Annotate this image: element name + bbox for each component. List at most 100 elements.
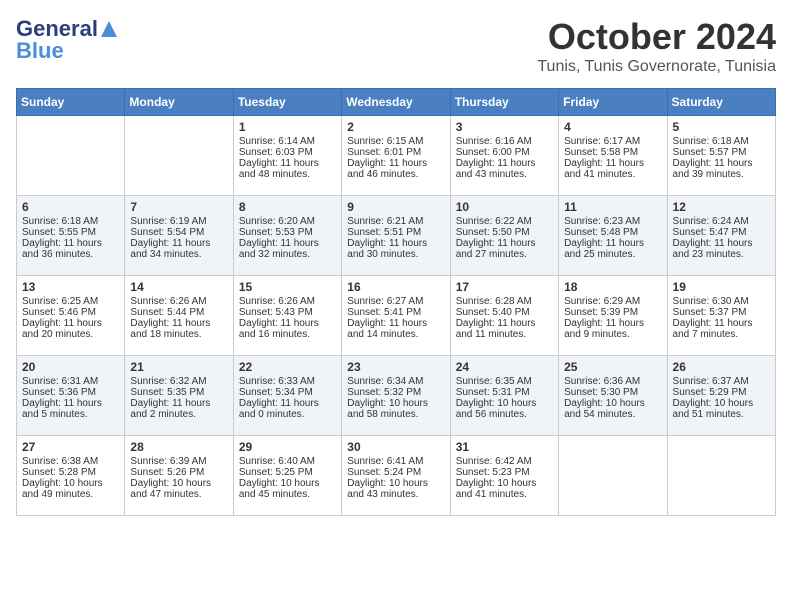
sunset-text: Sunset: 5:36 PM (22, 387, 119, 398)
day-number: 11 (564, 200, 661, 214)
calendar-cell: 26Sunrise: 6:37 AMSunset: 5:29 PMDayligh… (667, 356, 775, 436)
day-number: 19 (673, 280, 770, 294)
day-number: 3 (456, 120, 553, 134)
sunrise-text: Sunrise: 6:18 AM (22, 216, 119, 227)
sunrise-text: Sunrise: 6:15 AM (347, 136, 444, 147)
sunrise-text: Sunrise: 6:41 AM (347, 456, 444, 467)
sunset-text: Sunset: 5:31 PM (456, 387, 553, 398)
sunset-text: Sunset: 5:50 PM (456, 227, 553, 238)
sunset-text: Sunset: 5:39 PM (564, 307, 661, 318)
location-title: Tunis, Tunis Governorate, Tunisia (537, 58, 776, 76)
logo-blue: Blue (16, 38, 64, 64)
sunset-text: Sunset: 5:54 PM (130, 227, 227, 238)
calendar-cell (559, 436, 667, 516)
sunrise-text: Sunrise: 6:34 AM (347, 376, 444, 387)
daylight-text: Daylight: 10 hours and 43 minutes. (347, 478, 444, 500)
sunset-text: Sunset: 5:48 PM (564, 227, 661, 238)
calendar-cell: 6Sunrise: 6:18 AMSunset: 5:55 PMDaylight… (17, 196, 125, 276)
sunrise-text: Sunrise: 6:26 AM (130, 296, 227, 307)
sunrise-text: Sunrise: 6:39 AM (130, 456, 227, 467)
calendar-table: SundayMondayTuesdayWednesdayThursdayFrid… (16, 88, 776, 516)
sunset-text: Sunset: 5:34 PM (239, 387, 336, 398)
sunrise-text: Sunrise: 6:21 AM (347, 216, 444, 227)
calendar-cell: 10 Sunrise: 6:22 AMSunset: 5:50 PMDayligh… (450, 196, 558, 276)
logo: General Blue (16, 16, 119, 64)
calendar-cell: 13 Sunrise: 6:25 AMSunset: 5:46 PMDayligh… (17, 276, 125, 356)
calendar-cell: 11Sunrise: 6:23 AMSunset: 5:48 PMDayligh… (559, 196, 667, 276)
day-number: 13 (22, 280, 119, 294)
sunrise-text: Sunrise: 6:17 AM (564, 136, 661, 147)
calendar-cell: 14Sunrise: 6:26 AMSunset: 5:44 PMDayligh… (125, 276, 233, 356)
daylight-text: Daylight: 11 hours and 7 minutes. (673, 318, 770, 340)
daylight-text: Daylight: 10 hours and 58 minutes. (347, 398, 444, 420)
daylight-text: Daylight: 11 hours and 41 minutes. (564, 158, 661, 180)
calendar-cell: 24Sunrise: 6:35 AMSunset: 5:31 PMDayligh… (450, 356, 558, 436)
calendar-cell: 23Sunrise: 6:34 AMSunset: 5:32 PMDayligh… (342, 356, 450, 436)
calendar-cell: 2Sunrise: 6:15 AMSunset: 6:01 PMDaylight… (342, 116, 450, 196)
day-number: 15 (239, 280, 336, 294)
sunrise-text: Sunrise: 6:37 AM (673, 376, 770, 387)
daylight-text: Daylight: 10 hours and 47 minutes. (130, 478, 227, 500)
day-number: 10 (456, 200, 553, 214)
header-day-tuesday: Tuesday (233, 89, 341, 116)
day-number: 28 (130, 440, 227, 454)
day-number: 18 (564, 280, 661, 294)
header-day-sunday: Sunday (17, 89, 125, 116)
daylight-text: Daylight: 11 hours and 27 minutes. (456, 238, 553, 260)
calendar-cell: 1 Sunrise: 6:14 AMSunset: 6:03 PMDaylight… (233, 116, 341, 196)
calendar-cell: 29Sunrise: 6:40 AMSunset: 5:25 PMDayligh… (233, 436, 341, 516)
sunset-text: Sunset: 5:32 PM (347, 387, 444, 398)
sunset-text: Sunset: 5:23 PM (456, 467, 553, 478)
sunrise-text: Sunrise: 6:30 AM (673, 296, 770, 307)
daylight-text: Daylight: 11 hours and 9 minutes. (564, 318, 661, 340)
calendar-cell: 15Sunrise: 6:26 AMSunset: 5:43 PMDayligh… (233, 276, 341, 356)
header-day-thursday: Thursday (450, 89, 558, 116)
sunset-text: Sunset: 6:00 PM (456, 147, 553, 158)
day-number: 4 (564, 120, 661, 134)
daylight-text: Daylight: 10 hours and 49 minutes. (22, 478, 119, 500)
sunset-text: Sunset: 5:28 PM (22, 467, 119, 478)
sunrise-text: Sunrise: 6:35 AM (456, 376, 553, 387)
sunset-text: Sunset: 5:26 PM (130, 467, 227, 478)
sunrise-text: Sunrise: 6:24 AM (673, 216, 770, 227)
sunrise-text: Sunrise: 6:14 AM (239, 136, 336, 147)
month-title: October 2024 (537, 16, 776, 58)
header-row: SundayMondayTuesdayWednesdayThursdayFrid… (17, 89, 776, 116)
calendar-cell (667, 436, 775, 516)
calendar-cell: 27Sunrise: 6:38 AMSunset: 5:28 PMDayligh… (17, 436, 125, 516)
week-row-2: 6Sunrise: 6:18 AMSunset: 5:55 PMDaylight… (17, 196, 776, 276)
week-row-5: 27Sunrise: 6:38 AMSunset: 5:28 PMDayligh… (17, 436, 776, 516)
day-number: 1 (239, 120, 336, 134)
calendar-cell: 12Sunrise: 6:24 AMSunset: 5:47 PMDayligh… (667, 196, 775, 276)
daylight-text: Daylight: 11 hours and 18 minutes. (130, 318, 227, 340)
calendar-cell: 30Sunrise: 6:41 AMSunset: 5:24 PMDayligh… (342, 436, 450, 516)
week-row-1: 1Sunrise: 6:14 AMSunset: 6:03 PMDaylight… (17, 116, 776, 196)
week-row-3: 13Sunrise: 6:25 AMSunset: 5:46 PMDayligh… (17, 276, 776, 356)
calendar-cell: 19Sunrise: 6:30 AMSunset: 5:37 PMDayligh… (667, 276, 775, 356)
week-row-4: 20Sunrise: 6:31 AMSunset: 5:36 PMDayligh… (17, 356, 776, 436)
day-number: 24 (456, 360, 553, 374)
calendar-cell: 4Sunrise: 6:17 AMSunset: 5:58 PMDaylight… (559, 116, 667, 196)
daylight-text: Daylight: 11 hours and 39 minutes. (673, 158, 770, 180)
sunrise-text: Sunrise: 6:32 AM (130, 376, 227, 387)
daylight-text: Daylight: 11 hours and 43 minutes. (456, 158, 553, 180)
sunrise-text: Sunrise: 6:25 AM (22, 296, 119, 307)
calendar-cell: 5Sunrise: 6:18 AMSunset: 5:57 PMDaylight… (667, 116, 775, 196)
daylight-text: Daylight: 11 hours and 20 minutes. (22, 318, 119, 340)
sunrise-text: Sunrise: 6:16 AM (456, 136, 553, 147)
sunset-text: Sunset: 5:30 PM (564, 387, 661, 398)
daylight-text: Daylight: 11 hours and 36 minutes. (22, 238, 119, 260)
sunrise-text: Sunrise: 6:33 AM (239, 376, 336, 387)
daylight-text: Daylight: 11 hours and 25 minutes. (564, 238, 661, 260)
day-number: 31 (456, 440, 553, 454)
day-number: 22 (239, 360, 336, 374)
daylight-text: Daylight: 10 hours and 41 minutes. (456, 478, 553, 500)
sunset-text: Sunset: 5:57 PM (673, 147, 770, 158)
sunrise-text: Sunrise: 6:22 AM (456, 216, 553, 227)
sunset-text: Sunset: 6:03 PM (239, 147, 336, 158)
day-number: 6 (22, 200, 119, 214)
daylight-text: Daylight: 11 hours and 48 minutes. (239, 158, 336, 180)
daylight-text: Daylight: 11 hours and 16 minutes. (239, 318, 336, 340)
sunset-text: Sunset: 5:46 PM (22, 307, 119, 318)
calendar-cell (125, 116, 233, 196)
